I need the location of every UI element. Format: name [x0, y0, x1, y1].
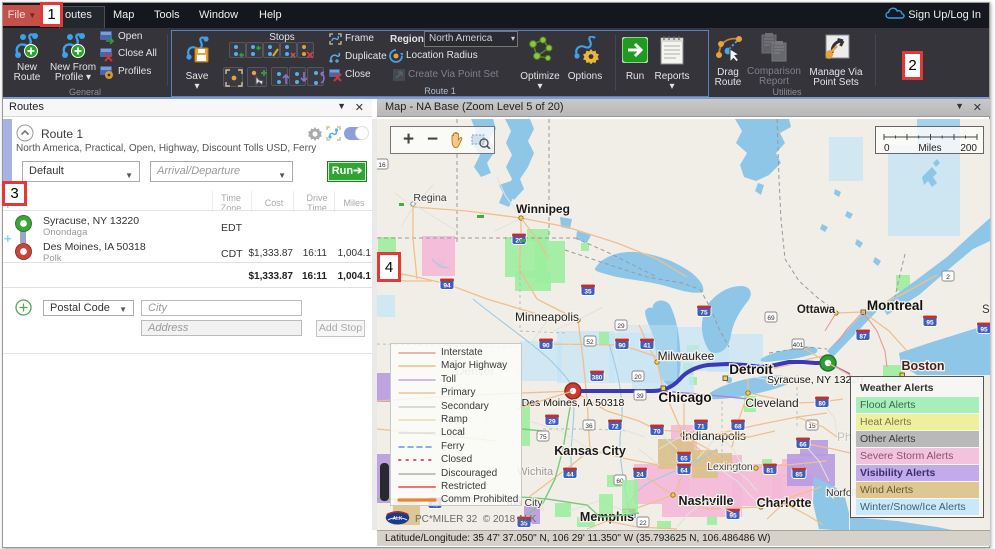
svg-text:65: 65 — [680, 456, 688, 463]
svg-text:35: 35 — [584, 289, 592, 296]
svg-text:87: 87 — [859, 334, 867, 341]
svg-text:85: 85 — [795, 472, 803, 479]
svg-text:75: 75 — [539, 434, 547, 441]
svg-text:Cleveland: Cleveland — [745, 396, 798, 410]
svg-text:95: 95 — [729, 513, 737, 520]
svg-text:Ottawa: Ottawa — [797, 304, 836, 316]
svg-text:72: 72 — [611, 424, 619, 431]
svg-text:Regina: Regina — [413, 192, 446, 204]
svg-text:16: 16 — [378, 162, 386, 169]
svg-text:Miles: Miles — [918, 143, 941, 154]
svg-text:39: 39 — [636, 393, 644, 400]
svg-text:44: 44 — [566, 472, 574, 479]
svg-text:Chicago: Chicago — [658, 390, 711, 405]
svg-text:29: 29 — [548, 419, 556, 426]
svg-text:80: 80 — [818, 401, 826, 408]
svg-text:380: 380 — [592, 375, 603, 382]
svg-text:36: 36 — [585, 423, 593, 430]
svg-text:Sa: Sa — [982, 304, 990, 316]
svg-text:Des Moines, IA 50318: Des Moines, IA 50318 — [522, 397, 625, 409]
svg-text:95: 95 — [980, 327, 988, 334]
svg-text:Lexington: Lexington — [707, 461, 753, 473]
svg-text:94: 94 — [443, 283, 451, 290]
svg-text:ALK: ALK — [393, 516, 403, 522]
svg-text:Boston: Boston — [901, 359, 944, 373]
svg-text:Syracuse, NY 13220: Syracuse, NY 13220 — [767, 374, 863, 386]
svg-text:66: 66 — [799, 442, 807, 449]
svg-text:Winnipeg: Winnipeg — [516, 202, 570, 216]
svg-text:64: 64 — [680, 468, 688, 475]
svg-text:Nashville: Nashville — [679, 494, 734, 508]
svg-text:81: 81 — [766, 468, 774, 475]
svg-text:Montreal: Montreal — [867, 298, 923, 313]
svg-text:Milwaukee: Milwaukee — [658, 349, 715, 363]
svg-text:401: 401 — [793, 342, 804, 349]
svg-text:Kansas City: Kansas City — [554, 444, 626, 458]
svg-text:29: 29 — [617, 323, 625, 330]
svg-text:200: 200 — [960, 143, 977, 154]
svg-text:95: 95 — [926, 320, 934, 327]
svg-text:69: 69 — [767, 315, 775, 322]
svg-text:70: 70 — [653, 429, 661, 436]
svg-text:41: 41 — [643, 343, 651, 350]
svg-text:22: 22 — [639, 520, 647, 527]
svg-text:75: 75 — [700, 310, 708, 317]
svg-text:90: 90 — [542, 343, 550, 350]
svg-text:Wichita: Wichita — [517, 466, 554, 478]
svg-text:0: 0 — [884, 143, 890, 154]
svg-text:90: 90 — [618, 343, 626, 350]
svg-text:20: 20 — [634, 374, 642, 381]
svg-text:2: 2 — [946, 274, 950, 281]
svg-text:52: 52 — [586, 339, 594, 346]
svg-text:24: 24 — [636, 472, 644, 479]
svg-text:Minneapolis: Minneapolis — [515, 310, 579, 324]
